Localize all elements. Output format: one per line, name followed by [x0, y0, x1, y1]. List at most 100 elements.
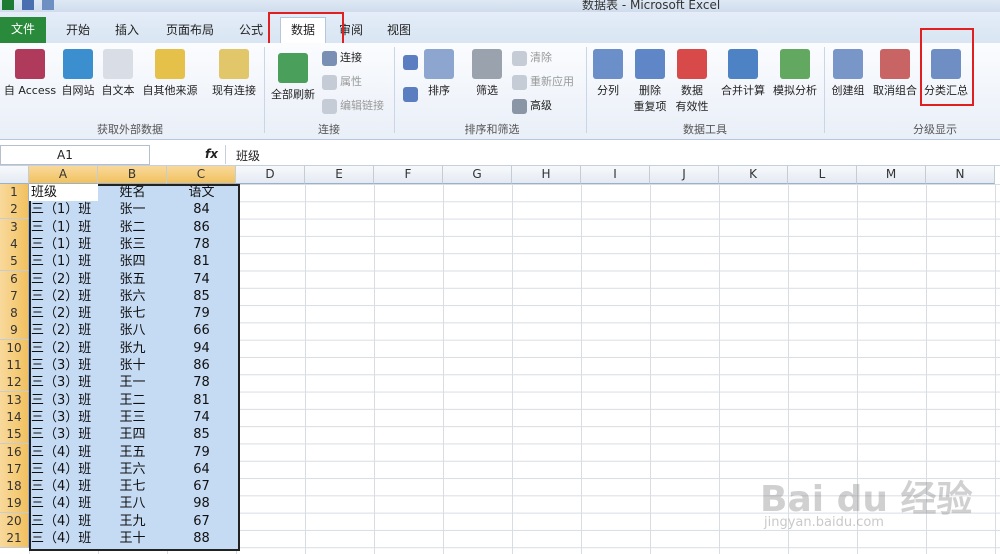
cell[interactable]: 张十 [98, 357, 167, 374]
cell[interactable]: 78 [167, 236, 236, 253]
cell[interactable]: 王十 [98, 530, 167, 547]
column-header-j[interactable]: J [650, 166, 719, 184]
cell[interactable]: 98 [167, 495, 236, 512]
column-header-f[interactable]: F [374, 166, 443, 184]
cell[interactable]: 三（3）班 [31, 374, 91, 391]
cell[interactable]: 86 [167, 219, 236, 236]
cell[interactable]: 85 [167, 288, 236, 305]
row-header[interactable]: 20 [0, 512, 29, 531]
from-access-button[interactable]: 自 Access [2, 49, 58, 98]
edit-links-button[interactable]: 编辑链接 [322, 97, 384, 114]
clear-filter-button[interactable]: 清除 [512, 49, 552, 66]
cell[interactable]: 王二 [98, 392, 167, 409]
cell[interactable]: 王八 [98, 495, 167, 512]
row-header[interactable]: 15 [0, 426, 29, 445]
cell[interactable]: 三（3）班 [31, 392, 91, 409]
sort-ascending-button[interactable] [400, 55, 420, 70]
cell[interactable]: 王一 [98, 374, 167, 391]
group-button[interactable]: 创建组 [828, 49, 868, 98]
cell[interactable]: 三（2）班 [31, 322, 91, 339]
cell[interactable]: 三（2）班 [31, 305, 91, 322]
row-header[interactable]: 8 [0, 305, 29, 324]
cell[interactable]: 85 [167, 426, 236, 443]
cell[interactable]: 三（1）班 [31, 219, 91, 236]
tab-formulas[interactable]: 公式 [234, 18, 268, 43]
cell[interactable]: 三（4）班 [31, 513, 91, 530]
cell[interactable]: 张四 [98, 253, 167, 270]
cell[interactable]: 三（4）班 [31, 495, 91, 512]
tab-review[interactable]: 审阅 [336, 18, 366, 43]
other-sources-button[interactable]: 自其他来源 [140, 49, 200, 98]
cell[interactable]: 张三 [98, 236, 167, 253]
cell[interactable]: 张八 [98, 322, 167, 339]
cell[interactable]: 三（4）班 [31, 530, 91, 547]
cell[interactable]: 84 [167, 201, 236, 218]
cell[interactable]: 三（2）班 [31, 271, 91, 288]
tab-file[interactable]: 文件 [0, 17, 46, 43]
column-header-b[interactable]: B [98, 166, 167, 184]
cell[interactable]: 74 [167, 409, 236, 426]
text-to-columns-button[interactable]: 分列 [592, 49, 624, 98]
reapply-button[interactable]: 重新应用 [512, 73, 574, 90]
cell[interactable]: 86 [167, 357, 236, 374]
cell[interactable]: 张五 [98, 271, 167, 288]
cell[interactable]: 张六 [98, 288, 167, 305]
advanced-filter-button[interactable]: 高级 [512, 97, 552, 114]
sort-button[interactable]: 排序 [424, 49, 454, 98]
undo-icon[interactable] [41, 0, 54, 10]
column-header-h[interactable]: H [512, 166, 581, 184]
column-header-k[interactable]: K [719, 166, 788, 184]
row-header[interactable]: 21 [0, 530, 29, 548]
row-header[interactable]: 7 [0, 287, 29, 306]
what-if-analysis-button[interactable]: 模拟分析 [770, 49, 820, 98]
cell[interactable]: 三（1）班 [31, 253, 91, 270]
row-header[interactable]: 11 [0, 357, 29, 375]
cell[interactable]: 三（4）班 [31, 478, 91, 495]
subtotal-button[interactable]: 分类汇总 [922, 49, 970, 98]
cell[interactable]: 79 [167, 444, 236, 461]
cell[interactable]: 三（1）班 [31, 236, 91, 253]
from-web-button[interactable]: 自网站 [58, 49, 98, 98]
row-header[interactable]: 2 [0, 201, 29, 220]
row-header[interactable]: 19 [0, 495, 29, 514]
cell[interactable]: 三（2）班 [31, 288, 91, 305]
column-header-n[interactable]: N [926, 166, 995, 184]
cell[interactable]: 64 [167, 461, 236, 478]
cell[interactable]: 三（3）班 [31, 357, 91, 374]
cell[interactable]: 姓名 [98, 184, 167, 201]
cell[interactable]: 67 [167, 478, 236, 495]
cell[interactable]: 三（2）班 [31, 340, 91, 357]
properties-button[interactable]: 属性 [322, 73, 362, 90]
tab-data[interactable]: 数据 [280, 17, 326, 45]
cell[interactable]: 王四 [98, 426, 167, 443]
from-text-button[interactable]: 自文本 [98, 49, 138, 98]
cell[interactable]: 79 [167, 305, 236, 322]
row-header[interactable]: 16 [0, 443, 29, 462]
remove-duplicates-button[interactable]: 删除 重复项 [630, 49, 670, 114]
row-header[interactable]: 6 [0, 270, 29, 289]
cell[interactable]: 66 [167, 322, 236, 339]
cell[interactable]: 三（4）班 [31, 461, 91, 478]
column-header-a[interactable]: A [29, 166, 98, 184]
existing-connections-button[interactable]: 现有连接 [208, 49, 260, 98]
cell[interactable]: 张二 [98, 219, 167, 236]
row-header[interactable]: 13 [0, 391, 29, 410]
connections-button[interactable]: 连接 [322, 49, 362, 66]
select-all-corner[interactable] [0, 166, 29, 184]
cell[interactable]: 张九 [98, 340, 167, 357]
cell[interactable]: 三（4）班 [31, 444, 91, 461]
cell[interactable]: 三（3）班 [31, 409, 91, 426]
row-header[interactable]: 10 [0, 339, 29, 358]
cell[interactable]: 三（3）班 [31, 426, 91, 443]
consolidate-button[interactable]: 合并计算 [716, 49, 770, 98]
cell[interactable]: 81 [167, 253, 236, 270]
cell[interactable]: 67 [167, 513, 236, 530]
cell[interactable]: 王六 [98, 461, 167, 478]
column-header-m[interactable]: M [857, 166, 926, 184]
name-box[interactable]: A1 [0, 145, 150, 165]
row-header[interactable]: 3 [0, 218, 29, 237]
cell[interactable]: 张一 [98, 201, 167, 218]
cell[interactable]: 三（1）班 [31, 201, 91, 218]
row-header[interactable]: 4 [0, 235, 29, 254]
row-header[interactable]: 14 [0, 408, 29, 427]
